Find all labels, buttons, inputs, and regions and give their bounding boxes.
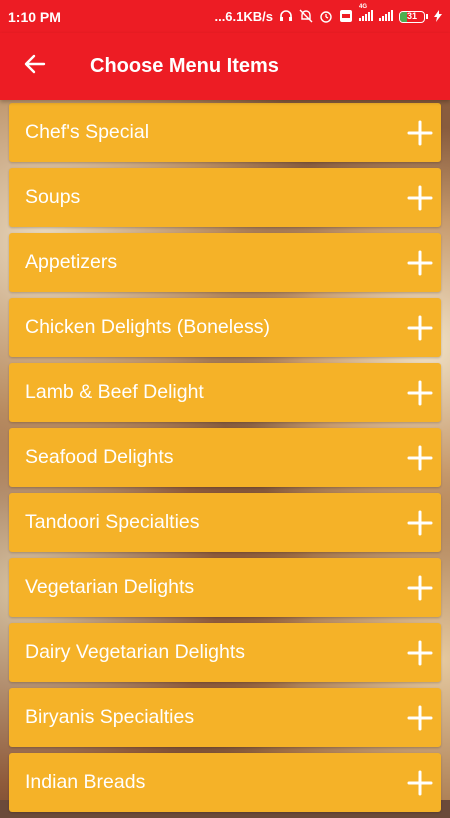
menu-category-item[interactable]: Lamb & Beef Delight (9, 363, 441, 422)
status-bar: 1:10 PM ...6.1KB/s 4G 31 (0, 0, 450, 33)
menu-category-label: Chicken Delights (Boneless) (25, 316, 270, 338)
bell-off-icon (299, 9, 313, 25)
plus-icon[interactable] (407, 575, 433, 601)
headphones-icon (279, 9, 293, 24)
menu-category-item[interactable]: Indian Breads (9, 753, 441, 812)
plus-icon[interactable] (407, 250, 433, 276)
plus-icon[interactable] (407, 445, 433, 471)
plus-icon[interactable] (407, 120, 433, 146)
alarm-icon (319, 9, 333, 25)
menu-category-item[interactable]: Seafood Delights (9, 428, 441, 487)
plus-icon[interactable] (407, 185, 433, 211)
menu-category-item[interactable]: Dairy Vegetarian Delights (9, 623, 441, 682)
menu-category-item[interactable]: Chef's Special (9, 103, 441, 162)
signal-4g-icon: 4G (359, 4, 373, 23)
status-time: 1:10 PM (8, 8, 61, 25)
menu-category-label: Seafood Delights (25, 446, 174, 468)
menu-category-label: Tandoori Specialties (25, 511, 200, 533)
app-bar: Choose Menu Items (0, 33, 450, 100)
battery-icon: 31 (399, 10, 428, 23)
charging-icon (434, 9, 442, 24)
battery-level: 31 (406, 10, 417, 21)
page-title: Choose Menu Items (90, 55, 279, 77)
plus-icon[interactable] (407, 315, 433, 341)
menu-category-item[interactable]: Chicken Delights (Boneless) (9, 298, 441, 357)
status-icons: ...6.1KB/s 4G 31 (214, 4, 442, 25)
volte-icon (339, 9, 353, 25)
menu-category-label: Vegetarian Delights (25, 576, 195, 598)
arrow-left-icon (24, 54, 46, 79)
plus-icon[interactable] (407, 705, 433, 731)
menu-category-label: Dairy Vegetarian Delights (25, 641, 246, 663)
menu-category-label: Lamb & Beef Delight (25, 381, 204, 403)
menu-category-label: Biryanis Specialties (25, 706, 195, 728)
back-button[interactable] (0, 33, 70, 100)
network-type-label: 4G (359, 4, 368, 10)
menu-category-item[interactable]: Soups (9, 168, 441, 227)
plus-icon[interactable] (407, 380, 433, 406)
menu-category-label: Appetizers (25, 251, 118, 273)
menu-category-item[interactable]: Biryanis Specialties (9, 688, 441, 747)
menu-category-label: Chef's Special (25, 121, 150, 143)
menu-category-list: Chef's Special Soups Appetizers Chicken Del… (9, 103, 441, 818)
menu-category-label: Soups (25, 186, 81, 208)
menu-category-item[interactable]: Vegetarian Delights (9, 558, 441, 617)
plus-icon[interactable] (407, 770, 433, 796)
signal-icon (379, 10, 393, 23)
menu-category-item[interactable]: Tandoori Specialties (9, 493, 441, 552)
plus-icon[interactable] (407, 640, 433, 666)
network-speed: ...6.1KB/s (214, 9, 273, 24)
plus-icon[interactable] (407, 510, 433, 536)
menu-category-item[interactable]: Appetizers (9, 233, 441, 292)
menu-category-label: Indian Breads (25, 771, 146, 793)
